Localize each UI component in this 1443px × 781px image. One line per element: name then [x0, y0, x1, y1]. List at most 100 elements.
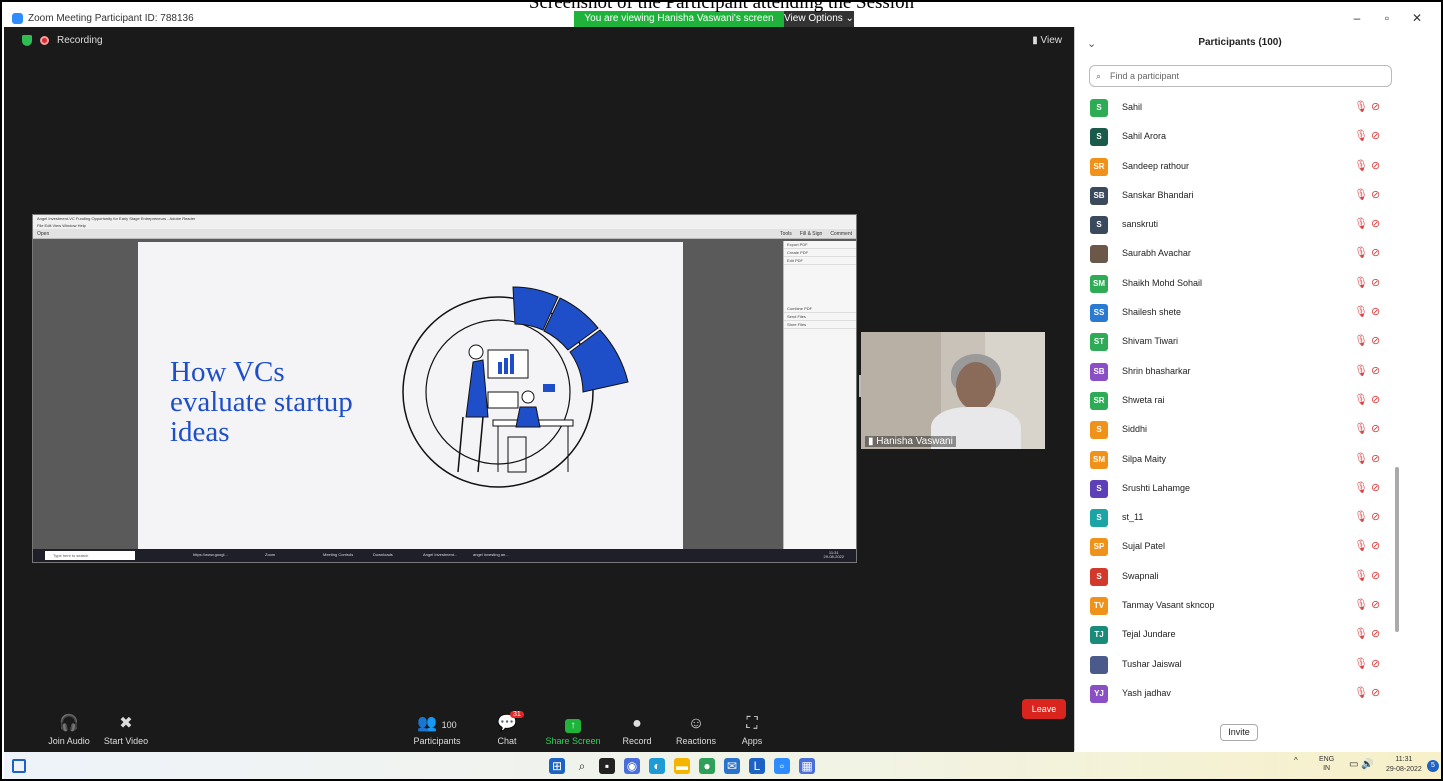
- participant-row[interactable]: Ssanskruti 🎙 ⊘: [1089, 211, 1389, 240]
- participant-row[interactable]: S Sahil Arora 🎙 ⊘: [1089, 123, 1389, 152]
- slide-illustration: [402, 286, 629, 488]
- participant-name: Shrin bhasharkar: [1122, 365, 1191, 376]
- participant-row[interactable]: SS Shailesh shete 🎙 ⊘: [1089, 299, 1389, 328]
- mic-muted-icon: 🎙: [1354, 306, 1368, 319]
- find-participant-input[interactable]: ⌕ Find a participant: [1089, 65, 1392, 87]
- search-icon[interactable]: ⌕: [574, 758, 590, 774]
- avatar: SS: [1090, 304, 1108, 323]
- participant-list-scrollbar[interactable]: [1395, 467, 1399, 632]
- participant-name: Sahil: [1122, 102, 1143, 112]
- photos-icon[interactable]: ▦: [799, 758, 815, 774]
- participant-row[interactable]: S Sahil 🎙 ⊘: [1089, 94, 1389, 123]
- participant-row[interactable]: ST Shivam Tiwari 🎙 ⊘: [1089, 328, 1389, 357]
- invite-button[interactable]: Invite: [1220, 724, 1258, 741]
- participant-name: Shailesh shete: [1122, 307, 1182, 318]
- app-l-icon[interactable]: L: [749, 758, 765, 774]
- participant-row[interactable]: SM Silpa Maity 🎙 ⊘: [1089, 446, 1389, 475]
- search-icon: ⌕: [1096, 71, 1102, 81]
- notification-badge[interactable]: 5: [1427, 760, 1439, 772]
- share-screen-icon: ↑: [538, 712, 608, 736]
- chevron-up-icon[interactable]: ^: [1294, 756, 1298, 765]
- participant-name: Srushti Lahamge: [1122, 482, 1191, 493]
- leave-button[interactable]: Leave: [1022, 699, 1066, 719]
- start-icon[interactable]: ⊞: [549, 758, 565, 774]
- participant-name: Yash jadhav: [1122, 687, 1171, 698]
- avatar: [1090, 655, 1108, 674]
- meeting-area: Recording ▮ View Angel Investment-VC Fun…: [4, 27, 1074, 751]
- participant-row[interactable]: S Srushti Lahamge 🎙 ⊘: [1089, 475, 1389, 504]
- side-panel-item: Export PDF: [784, 241, 856, 249]
- video-off-icon: ⊘: [1371, 423, 1381, 436]
- participant-row[interactable]: S Swapnali 🎙 ⊘: [1089, 563, 1389, 592]
- video-off-icon: ⊘: [1371, 247, 1381, 260]
- participant-name: st_11: [1122, 512, 1144, 523]
- view-button[interactable]: ▮ View: [1032, 35, 1062, 46]
- participant-row[interactable]: SB Sanskar Bhandari 🎙 ⊘: [1089, 182, 1389, 211]
- participant-row[interactable]: Tushar Jaiswal 🎙 ⊘: [1089, 651, 1389, 680]
- recording-label: Recording: [57, 35, 103, 46]
- network-volume-icon[interactable]: ▭ 🔊: [1349, 759, 1374, 770]
- shared-taskbar-app: Zoom: [265, 552, 276, 557]
- zoom-taskbar-icon[interactable]: ▫: [774, 758, 790, 774]
- reader-title: Angel Investment-VC Funding Opportunity …: [33, 215, 856, 223]
- participant-video[interactable]: ▮ Hanisha Vaswani: [861, 332, 1045, 449]
- video-off-icon: ⊘: [1371, 218, 1381, 231]
- participant-name: sanskruti: [1122, 219, 1159, 230]
- presentation-slide: How VCs evaluate startup ideas: [138, 242, 683, 550]
- participant-row[interactable]: Saurabh Avachar 🎙 ⊘: [1089, 240, 1389, 269]
- window-title: Zoom Meeting Participant ID: 788136: [28, 13, 194, 24]
- avatar: [1090, 245, 1108, 264]
- participant-row[interactable]: TJ Tejal Jundare 🎙 ⊘: [1089, 621, 1389, 650]
- avatar: S: [1090, 216, 1108, 235]
- video-off-icon: ⊘: [1371, 599, 1381, 612]
- participant-name: Tushar Jaiswal: [1122, 658, 1182, 669]
- shared-taskbar-app: Meeting Controls: [323, 552, 354, 557]
- mail-icon[interactable]: ✉: [724, 758, 740, 774]
- task-view-icon[interactable]: ▪: [599, 758, 615, 774]
- edge-icon[interactable]: ◐: [649, 758, 665, 774]
- mic-muted-icon: 🎙: [1354, 540, 1368, 553]
- avatar: SM: [1090, 450, 1108, 469]
- file-explorer-icon[interactable]: ▬: [674, 758, 690, 774]
- participant-row[interactable]: SP Sujal Patel 🎙 ⊘: [1089, 533, 1389, 562]
- participant-row[interactable]: Sst_11 🎙 ⊘: [1089, 504, 1389, 533]
- shared-taskbar-search: Type here to search: [45, 551, 135, 560]
- participant-row[interactable]: SB Shrin bhasharkar 🎙 ⊘: [1089, 358, 1389, 387]
- share-screen-button[interactable]: ↑ Share Screen: [538, 712, 608, 746]
- side-panel-item: Create PDF: [784, 249, 856, 257]
- participant-row[interactable]: SR Shweta rai 🎙 ⊘: [1089, 387, 1389, 416]
- avatar: S: [1090, 509, 1108, 528]
- chat-button[interactable]: 💬 31 Chat: [472, 711, 542, 746]
- widgets-icon[interactable]: [12, 759, 26, 773]
- meeting-toolbar: 🎧 Join Audio ✖ Start Video 👥 100 Partici…: [4, 711, 1074, 754]
- participants-button[interactable]: 👥 100 Participants: [402, 712, 472, 746]
- apps-button[interactable]: ⛶ Apps: [717, 712, 787, 746]
- shared-taskbar-app: Downloads: [373, 552, 393, 557]
- mic-muted-icon: 🎙: [1354, 335, 1368, 348]
- participant-name: Tanmay Vasant skncop: [1122, 600, 1215, 611]
- reader-tab: Tools: [780, 231, 792, 237]
- taskbar-clock[interactable]: 11:31 29-08-2022: [1386, 755, 1422, 775]
- participant-row[interactable]: SR Sandeep rathour 🎙 ⊘: [1089, 153, 1389, 182]
- reader-toolbar: Open Tools Fill & Sign Comment: [33, 229, 856, 239]
- mic-muted-icon: 🎙: [1354, 218, 1368, 231]
- screenshot-caption: Screenshot of the Participant attending …: [528, 0, 915, 13]
- participant-name: Shivam Tiwari: [1122, 336, 1179, 347]
- participant-row[interactable]: S Siddhi 🎙 ⊘: [1089, 416, 1389, 445]
- video-off-icon: ⊘: [1371, 686, 1381, 699]
- start-video-button[interactable]: ✖ Start Video: [91, 712, 161, 746]
- avatar: S: [1090, 421, 1108, 440]
- chrome-icon[interactable]: ●: [699, 758, 715, 774]
- avatar: SB: [1090, 186, 1108, 205]
- language-indicator[interactable]: ENG IN: [1319, 755, 1334, 773]
- mic-muted-icon: 🎙: [1354, 393, 1368, 406]
- participant-row[interactable]: SM Shaikh Mohd Sohail 🎙 ⊘: [1089, 270, 1389, 299]
- participant-row[interactable]: TV Tanmay Vasant skncop 🎙 ⊘: [1089, 592, 1389, 621]
- participant-name: Sandeep rathour: [1122, 160, 1190, 171]
- video-off-icon: ⊘: [1371, 628, 1381, 641]
- shield-icon[interactable]: [22, 35, 32, 46]
- participant-row[interactable]: YJ Yash jadhav 🎙 ⊘: [1089, 680, 1389, 709]
- teams-icon[interactable]: ◉: [624, 758, 640, 774]
- language-bottom: IN: [1323, 765, 1331, 772]
- taskbar-date: 29-08-2022: [1386, 766, 1422, 773]
